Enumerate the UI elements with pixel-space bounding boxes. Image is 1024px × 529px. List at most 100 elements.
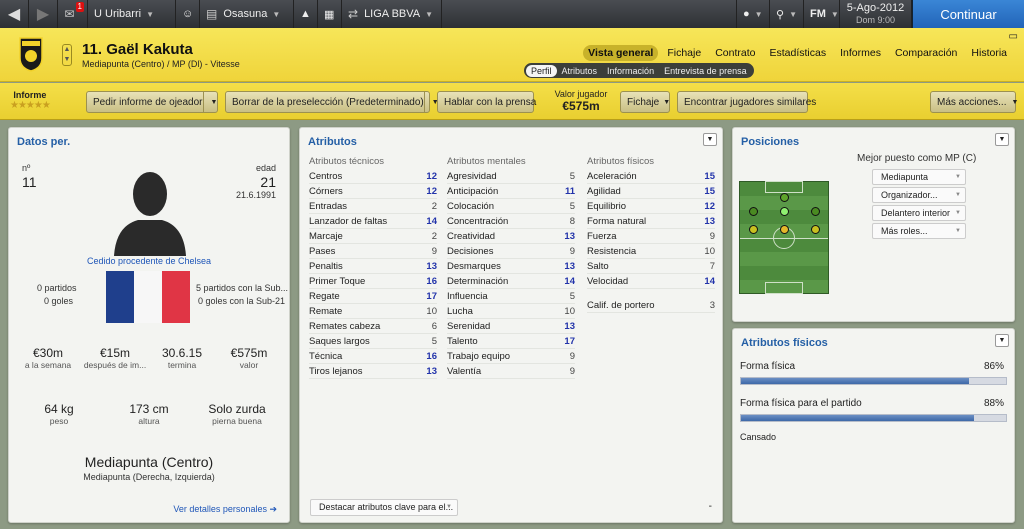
- fm-menu[interactable]: FM ▼: [804, 0, 840, 28]
- attribute-row: Influencia 5: [447, 289, 575, 304]
- age-value: 21: [260, 174, 276, 190]
- chevron-down-icon[interactable]: ▼: [995, 334, 1009, 347]
- attribute-row: Marcaje 2: [309, 229, 437, 244]
- position-dot-amr: [780, 193, 789, 202]
- shirt-number: 11: [22, 174, 37, 190]
- attribute-value: 13: [564, 320, 575, 332]
- chevron-down-icon: ▼: [663, 98, 671, 106]
- attribute-row: Creatividad 13: [447, 229, 575, 244]
- team-menu[interactable]: ▤ Osasuna ▼: [200, 0, 294, 28]
- chevron-down-icon[interactable]: ▼: [202, 92, 217, 112]
- attribute-name: Decisiones: [447, 245, 494, 257]
- similar-players-button[interactable]: Encontrar jugadores similares: [677, 91, 816, 113]
- role-select-2[interactable]: Delantero interior ▼: [872, 205, 966, 221]
- subtab-entrevista[interactable]: Entrevista de prensa: [659, 65, 752, 77]
- fichaje-button[interactable]: Fichaje ▼: [620, 91, 670, 113]
- role-label-1: Organizador...: [881, 190, 938, 200]
- world-icon[interactable]: ● ▼: [736, 0, 770, 28]
- pin-icon[interactable]: ▭: [1009, 31, 1018, 42]
- inbox-icon[interactable]: ✉ 1: [58, 0, 88, 28]
- main-position: Mediapunta (Centro): [84, 454, 214, 470]
- attributes-title: Atributos: [308, 136, 357, 148]
- technical-header: Atributos técnicos: [309, 156, 384, 167]
- attribute-row: Técnica 16: [309, 349, 437, 364]
- attribute-row: Resistencia 10: [587, 244, 715, 259]
- people-icon[interactable]: ☺: [176, 0, 200, 28]
- attribute-value: 5: [569, 200, 575, 212]
- tab-comparacion[interactable]: Comparación: [890, 45, 962, 61]
- attribute-value: 10: [704, 245, 715, 257]
- role-select-0[interactable]: Mediapunta ▼: [872, 169, 966, 185]
- attribute-name: Remate: [309, 305, 343, 317]
- calendar-icon[interactable]: ▦: [318, 0, 342, 28]
- time-label: Dom 9:00: [855, 15, 896, 25]
- loan-link[interactable]: Cedido procedente de Chelsea: [9, 256, 289, 266]
- fitness-panel: Atributos físicos ▼ Forma física 86% For…: [732, 328, 1015, 523]
- chevron-down-icon[interactable]: ▼: [995, 133, 1009, 146]
- tab-estadisticas[interactable]: Estadísticas: [764, 45, 831, 61]
- attribute-name: Marcaje: [309, 230, 343, 242]
- attribute-row: Forma natural 13: [587, 214, 715, 229]
- action-bar: Informe ★★★★★ Pedir informe de ojeador ▼ …: [0, 83, 1024, 120]
- shortlist-button[interactable]: Borrar de la preselección (Predeterminad…: [225, 91, 439, 113]
- more-actions-button[interactable]: Más acciones... ▼: [930, 91, 1018, 113]
- chevron-down-icon: ▼: [146, 9, 154, 19]
- attribute-value: 13: [426, 365, 437, 377]
- tab-informes[interactable]: Informes: [835, 45, 886, 61]
- highlight-select[interactable]: Destacar atributos clave para el... ▼: [310, 499, 458, 516]
- attribute-row: Velocidad 14: [587, 274, 715, 289]
- game-date: 5-Ago-2012 Dom 9:00: [840, 0, 912, 28]
- attribute-value: 10: [564, 305, 575, 317]
- personal-details-link[interactable]: Ver detalles personales ➔: [173, 504, 277, 515]
- club-menu[interactable]: U Uribarri ▼: [88, 0, 176, 28]
- tab-contrato[interactable]: Contrato: [710, 45, 760, 61]
- attribute-value: 5: [569, 290, 575, 302]
- attribute-row: Concentración 8: [447, 214, 575, 229]
- back-icon[interactable]: ◀: [0, 0, 29, 28]
- scout-report-label: Pedir informe de ojeador: [93, 96, 203, 108]
- exchange-icon: ⇄: [348, 7, 359, 21]
- tab-vista-general[interactable]: Vista general: [583, 45, 659, 61]
- role-select-1[interactable]: Organizador... ▼: [872, 187, 966, 203]
- attribute-name: Penaltis: [309, 260, 343, 272]
- attribute-row: Anticipación 11: [447, 184, 575, 199]
- subtab-informacion[interactable]: Información: [602, 65, 659, 77]
- press-label: Hablar con la prensa: [444, 96, 537, 108]
- role-select-3[interactable]: Más roles... ▼: [872, 223, 966, 239]
- number-label: nº: [22, 163, 31, 173]
- attribute-value: 14: [564, 275, 575, 287]
- attribute-name: Agresividad: [447, 170, 497, 182]
- attribute-row: Trabajo equipo 9: [447, 349, 575, 364]
- weight-label: peso: [49, 416, 69, 426]
- subtab-perfil[interactable]: Perfil: [526, 64, 557, 77]
- position-dot-amr2: [811, 207, 820, 216]
- attribute-name: Lanzador de faltas: [309, 215, 388, 227]
- position-dot-mc: [780, 225, 789, 234]
- forward-icon[interactable]: ▶: [29, 0, 58, 28]
- player-value: Valor jugador €575m: [552, 89, 610, 113]
- subtab-atributos[interactable]: Atributos: [557, 65, 603, 77]
- attribute-row: Determinación 14: [447, 274, 575, 289]
- tab-fichaje[interactable]: Fichaje: [662, 45, 706, 61]
- fitness-label-1: Forma física para el partido: [740, 398, 862, 409]
- attribute-name: Determinación: [447, 275, 509, 287]
- competition-menu[interactable]: ⇄ LIGA BBVA ▼: [342, 0, 442, 28]
- continue-button[interactable]: Continuar: [912, 0, 1024, 28]
- attributes-panel: Atributos ▼ Atributos técnicos Atributos…: [299, 127, 723, 523]
- mail-icon: ✉: [64, 7, 75, 21]
- scout-report-button[interactable]: Pedir informe de ojeador ▼: [86, 91, 218, 113]
- press-button[interactable]: Hablar con la prensa: [437, 91, 537, 113]
- favourite-toggle[interactable]: ▲ ▼: [62, 44, 72, 66]
- notification-badge: 1: [75, 2, 84, 12]
- chevron-down-icon[interactable]: ▼: [703, 133, 717, 146]
- personal-title: Datos per.: [17, 136, 71, 148]
- tab-historia[interactable]: Historia: [966, 45, 1012, 61]
- attribute-name: Agilidad: [587, 185, 621, 197]
- attribute-value: 8: [569, 215, 575, 227]
- stat-value: €575m valor: [209, 346, 289, 370]
- attribute-row: Remates cabeza 6: [309, 319, 437, 334]
- search-icon[interactable]: ⚲ ▼: [770, 0, 804, 28]
- attribute-value: 12: [426, 185, 437, 197]
- attribute-name: Regate: [309, 290, 340, 302]
- tactics-icon[interactable]: ▲: [294, 0, 318, 28]
